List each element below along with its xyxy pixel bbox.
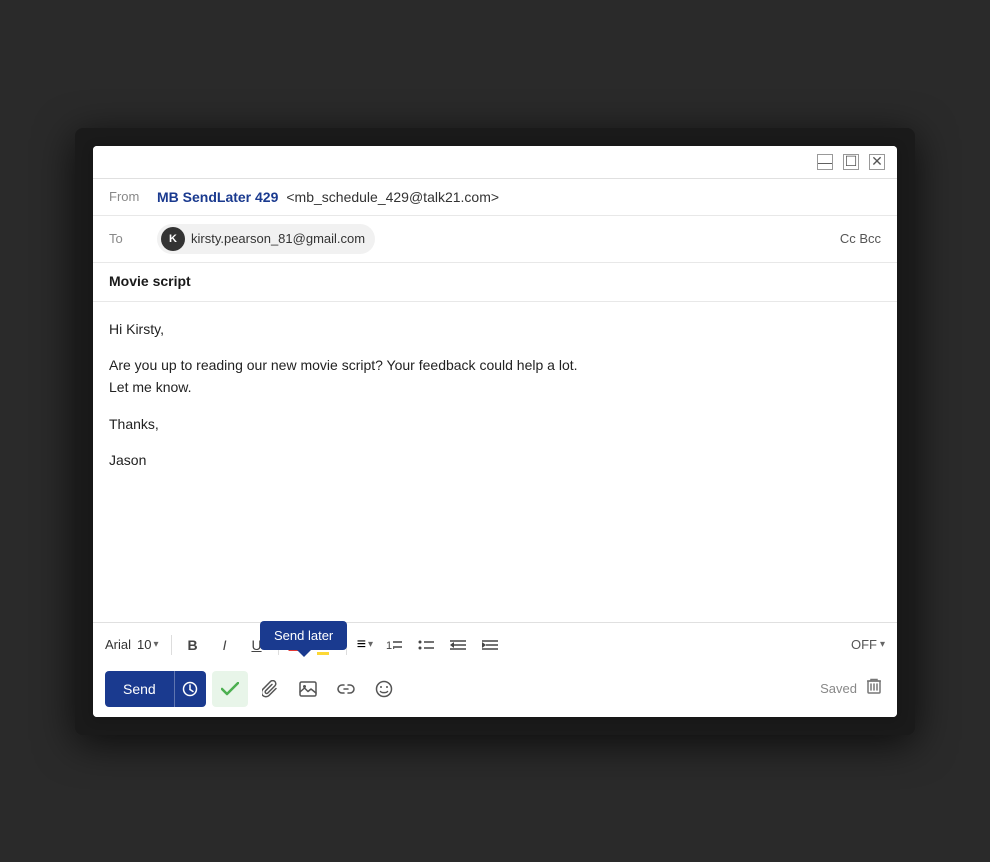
font-size-selector[interactable]: 10 ▾ bbox=[137, 637, 159, 652]
italic-button[interactable]: I bbox=[210, 631, 240, 659]
recipient-email: kirsty.pearson_81@gmail.com bbox=[191, 231, 365, 246]
send-button-group: Send bbox=[105, 671, 206, 707]
close-button[interactable]: ✕ bbox=[869, 154, 885, 170]
font-size-chevron: ▾ bbox=[153, 639, 158, 650]
maximize-button[interactable]: ☐ bbox=[843, 154, 859, 170]
bold-button[interactable]: B bbox=[178, 631, 208, 659]
off-toggle-label: OFF bbox=[851, 637, 877, 652]
delete-button[interactable] bbox=[863, 674, 885, 703]
align-chevron: ▾ bbox=[368, 639, 373, 650]
off-toggle-chevron: ▾ bbox=[880, 639, 885, 650]
from-row: From MB SendLater 429 <mb_schedule_429@t… bbox=[93, 179, 897, 216]
to-row: To K kirsty.pearson_81@gmail.com Cc Bcc bbox=[93, 216, 897, 263]
separator-1 bbox=[171, 635, 172, 655]
body-greeting: Hi Kirsty, bbox=[109, 318, 881, 340]
email-body[interactable]: Hi Kirsty, Are you up to reading our new… bbox=[93, 302, 897, 622]
recipient-chip[interactable]: K kirsty.pearson_81@gmail.com bbox=[157, 224, 375, 254]
font-size-value: 10 bbox=[137, 637, 151, 652]
window-wrapper: — ☐ ✕ From MB SendLater 429 <mb_schedule… bbox=[75, 128, 915, 735]
insert-image-button[interactable] bbox=[292, 673, 324, 705]
subject-row: Movie script bbox=[93, 263, 897, 302]
ordered-list-button[interactable]: 1. bbox=[379, 631, 409, 659]
indent-decrease-button[interactable] bbox=[443, 631, 473, 659]
body-signature: Jason bbox=[109, 449, 881, 471]
saved-label: Saved bbox=[820, 681, 857, 696]
compose-window: — ☐ ✕ From MB SendLater 429 <mb_schedule… bbox=[93, 146, 897, 717]
off-toggle[interactable]: OFF ▾ bbox=[851, 637, 885, 652]
indent-increase-button[interactable] bbox=[475, 631, 505, 659]
format-toolbar: Arial 10 ▾ B I U A ▾ A ▾ bbox=[105, 631, 885, 665]
body-content: Are you up to reading our new movie scri… bbox=[109, 354, 881, 399]
send-later-tooltip: Send later bbox=[260, 621, 347, 650]
send-row: Send later Send bbox=[105, 665, 885, 717]
sender-email: <mb_schedule_429@talk21.com> bbox=[286, 189, 499, 205]
insert-link-button[interactable] bbox=[330, 673, 362, 705]
recipient-avatar: K bbox=[161, 227, 185, 251]
confirm-button[interactable] bbox=[212, 671, 248, 707]
minimize-button[interactable]: — bbox=[817, 154, 833, 170]
toolbar-container: Arial 10 ▾ B I U A ▾ A ▾ bbox=[93, 622, 897, 717]
insert-emoji-button[interactable] bbox=[368, 673, 400, 705]
to-label: To bbox=[109, 231, 149, 246]
sender-name: MB SendLater 429 bbox=[157, 189, 278, 205]
cc-bcc-button[interactable]: Cc Bcc bbox=[840, 231, 881, 246]
send-later-button[interactable] bbox=[174, 671, 206, 707]
align-dropdown[interactable]: ≡ ▾ bbox=[353, 634, 377, 656]
font-name-label: Arial bbox=[105, 637, 131, 652]
body-closing: Thanks, bbox=[109, 413, 881, 435]
attach-button[interactable] bbox=[254, 673, 286, 705]
send-button[interactable]: Send bbox=[105, 671, 174, 707]
title-bar: — ☐ ✕ bbox=[93, 146, 897, 179]
align-icon: ≡ bbox=[357, 636, 366, 654]
title-bar-controls: — ☐ ✕ bbox=[817, 154, 885, 170]
unordered-list-button[interactable] bbox=[411, 631, 441, 659]
subject-text: Movie script bbox=[109, 273, 191, 289]
from-label: From bbox=[109, 189, 149, 204]
